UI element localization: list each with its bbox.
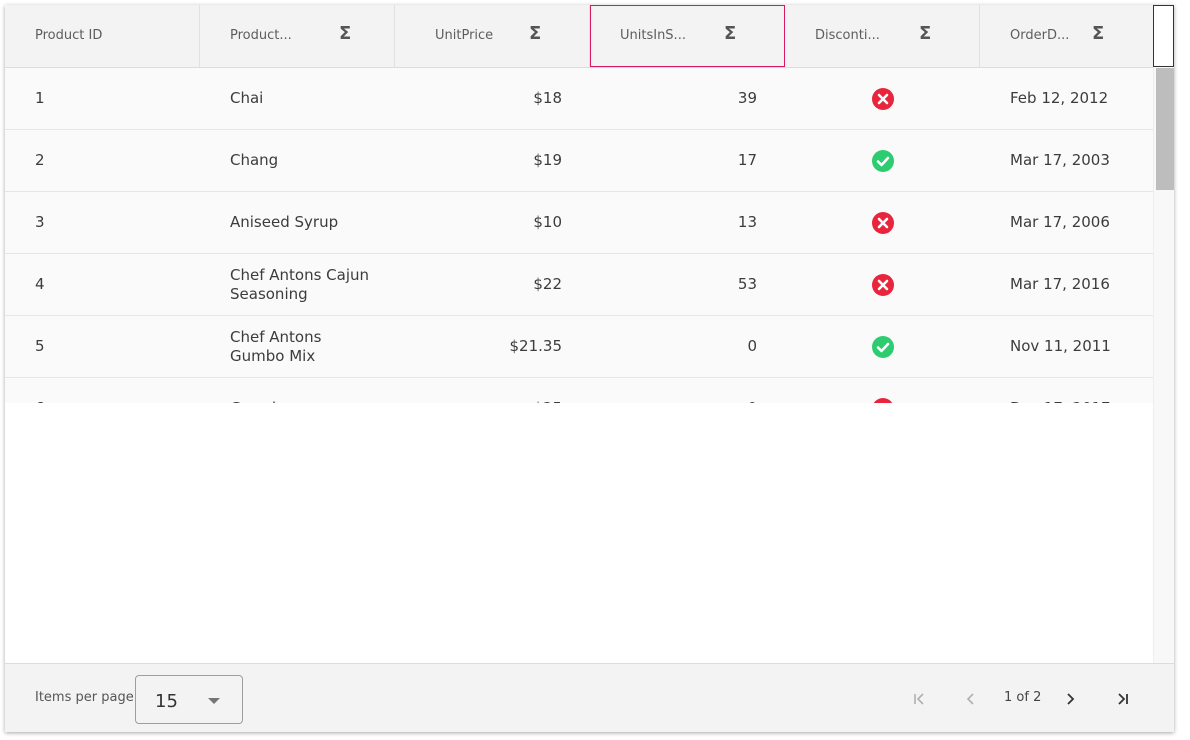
column-header-label: UnitsInS... bbox=[620, 28, 686, 43]
column-header-unit-price[interactable]: UnitPrice Σ bbox=[395, 5, 590, 67]
cell-product-id[interactable]: 1 bbox=[35, 68, 195, 129]
first-page-button[interactable] bbox=[908, 688, 930, 710]
table-row[interactable]: 6 Grandmas $25 0 Dec 17, 2017 bbox=[5, 378, 1153, 403]
x-circle-icon bbox=[871, 211, 894, 234]
cell-discontinued[interactable] bbox=[785, 316, 980, 377]
cell-product-name[interactable]: Grandmas bbox=[230, 378, 380, 403]
check-circle-icon bbox=[871, 149, 894, 172]
grid-empty-area bbox=[5, 403, 1153, 663]
cell-unit-price[interactable]: $22 bbox=[395, 254, 562, 315]
cell-order-date[interactable]: Nov 11, 2011 bbox=[1010, 316, 1150, 377]
cell-units-in-stock[interactable]: 13 bbox=[590, 192, 757, 253]
table-row[interactable]: 3 Aniseed Syrup $10 13 Mar 17, 2006 bbox=[5, 192, 1153, 254]
cell-units-in-stock[interactable]: 0 bbox=[590, 316, 757, 377]
cell-discontinued[interactable] bbox=[785, 130, 980, 191]
cell-product-id[interactable]: 2 bbox=[35, 130, 195, 191]
cell-product-id[interactable]: 5 bbox=[35, 316, 195, 377]
paginator: Items per page 15 1 of 2 bbox=[5, 663, 1174, 732]
cell-product-id[interactable]: 3 bbox=[35, 192, 195, 253]
cell-order-date[interactable]: Mar 17, 2016 bbox=[1010, 254, 1150, 315]
cell-product-name[interactable]: Chai bbox=[230, 68, 380, 129]
cell-units-in-stock[interactable]: 53 bbox=[590, 254, 757, 315]
items-per-page-select[interactable]: 15 bbox=[135, 675, 243, 724]
column-header-order-date[interactable]: OrderD... Σ bbox=[980, 5, 1153, 67]
cell-unit-price[interactable]: $21.35 bbox=[395, 316, 563, 377]
scrollbar-thumb[interactable] bbox=[1156, 68, 1174, 190]
cell-unit-price[interactable]: $19 bbox=[395, 130, 562, 191]
x-circle-icon bbox=[871, 273, 894, 296]
chevron-right-icon bbox=[1067, 693, 1075, 705]
data-grid: Product ID Product... Σ UnitPrice Σ Unit… bbox=[5, 5, 1174, 732]
next-page-button[interactable] bbox=[1059, 688, 1081, 710]
cell-product-name[interactable]: Chef Antons Cajun Seasoning bbox=[230, 254, 380, 315]
last-page-icon bbox=[1118, 693, 1128, 705]
cell-discontinued[interactable] bbox=[785, 68, 980, 129]
header-corner bbox=[1153, 5, 1174, 67]
check-circle-icon bbox=[871, 335, 894, 358]
cell-order-date[interactable]: Mar 17, 2003 bbox=[1010, 130, 1150, 191]
grid-body: 1 Chai $18 39 Feb 12, 2012 2 Chang $19 17 Mar 17,… bbox=[5, 68, 1153, 403]
cell-units-in-stock[interactable]: 0 bbox=[590, 378, 757, 403]
cell-units-in-stock[interactable]: 17 bbox=[590, 130, 757, 191]
table-row[interactable]: 1 Chai $18 39 Feb 12, 2012 bbox=[5, 68, 1153, 130]
dropdown-caret-icon bbox=[208, 698, 220, 704]
cell-product-name[interactable]: Aniseed Syrup bbox=[230, 192, 380, 253]
cell-unit-price[interactable]: $10 bbox=[395, 192, 562, 253]
x-circle-icon bbox=[871, 87, 894, 110]
column-header-product-name[interactable]: Product... Σ bbox=[200, 5, 395, 67]
last-page-button[interactable] bbox=[1112, 688, 1134, 710]
summary-sigma-icon[interactable]: Σ bbox=[1092, 24, 1104, 44]
summary-sigma-icon[interactable]: Σ bbox=[724, 24, 736, 44]
previous-page-button[interactable] bbox=[960, 688, 982, 710]
cell-discontinued[interactable] bbox=[785, 254, 980, 315]
cell-discontinued[interactable] bbox=[785, 192, 980, 253]
cell-product-id[interactable]: 4 bbox=[35, 254, 195, 315]
column-header-label: Product... bbox=[230, 28, 292, 43]
column-header-label: OrderD... bbox=[1010, 28, 1070, 43]
column-header-label: UnitPrice bbox=[435, 28, 494, 43]
items-per-page-value: 15 bbox=[155, 691, 178, 712]
grid-header: Product ID Product... Σ UnitPrice Σ Unit… bbox=[5, 5, 1153, 68]
column-header-product-id[interactable]: Product ID bbox=[5, 5, 200, 67]
cell-order-date[interactable]: Feb 12, 2012 bbox=[1010, 68, 1150, 129]
cell-unit-price[interactable]: $18 bbox=[395, 68, 562, 129]
column-header-units-in-stock[interactable]: UnitsInS... Σ bbox=[590, 5, 785, 67]
column-header-label: Product ID bbox=[35, 28, 103, 43]
chevron-left-icon bbox=[966, 693, 974, 705]
summary-sigma-icon[interactable]: Σ bbox=[919, 24, 931, 44]
vertical-scrollbar[interactable] bbox=[1153, 67, 1174, 663]
column-header-discontinued[interactable]: Disconti... Σ bbox=[785, 5, 980, 67]
cell-units-in-stock[interactable]: 39 bbox=[590, 68, 757, 129]
items-per-page-label: Items per page bbox=[35, 690, 134, 705]
cell-discontinued[interactable] bbox=[785, 378, 980, 403]
cell-unit-price[interactable]: $25 bbox=[395, 378, 562, 403]
table-row[interactable]: 5 Chef Antons Gumbo Mix $21.35 0 Nov 11, 201… bbox=[5, 316, 1153, 378]
table-row[interactable]: 4 Chef Antons Cajun Seasoning $22 53 Mar 17,… bbox=[5, 254, 1153, 316]
cell-product-name[interactable]: Chef Antons Gumbo Mix bbox=[230, 316, 380, 377]
summary-sigma-icon[interactable]: Σ bbox=[339, 24, 351, 44]
page-indicator: 1 of 2 bbox=[1004, 690, 1042, 705]
first-page-icon bbox=[914, 693, 924, 705]
summary-sigma-icon[interactable]: Σ bbox=[529, 24, 541, 44]
cell-product-name[interactable]: Chang bbox=[230, 130, 380, 191]
table-row[interactable]: 2 Chang $19 17 Mar 17, 2003 bbox=[5, 130, 1153, 192]
cell-order-date[interactable]: Mar 17, 2006 bbox=[1010, 192, 1150, 253]
cell-order-date[interactable]: Dec 17, 2017 bbox=[1010, 378, 1150, 403]
cell-product-id[interactable]: 6 bbox=[35, 378, 195, 403]
column-header-label: Disconti... bbox=[815, 28, 880, 43]
